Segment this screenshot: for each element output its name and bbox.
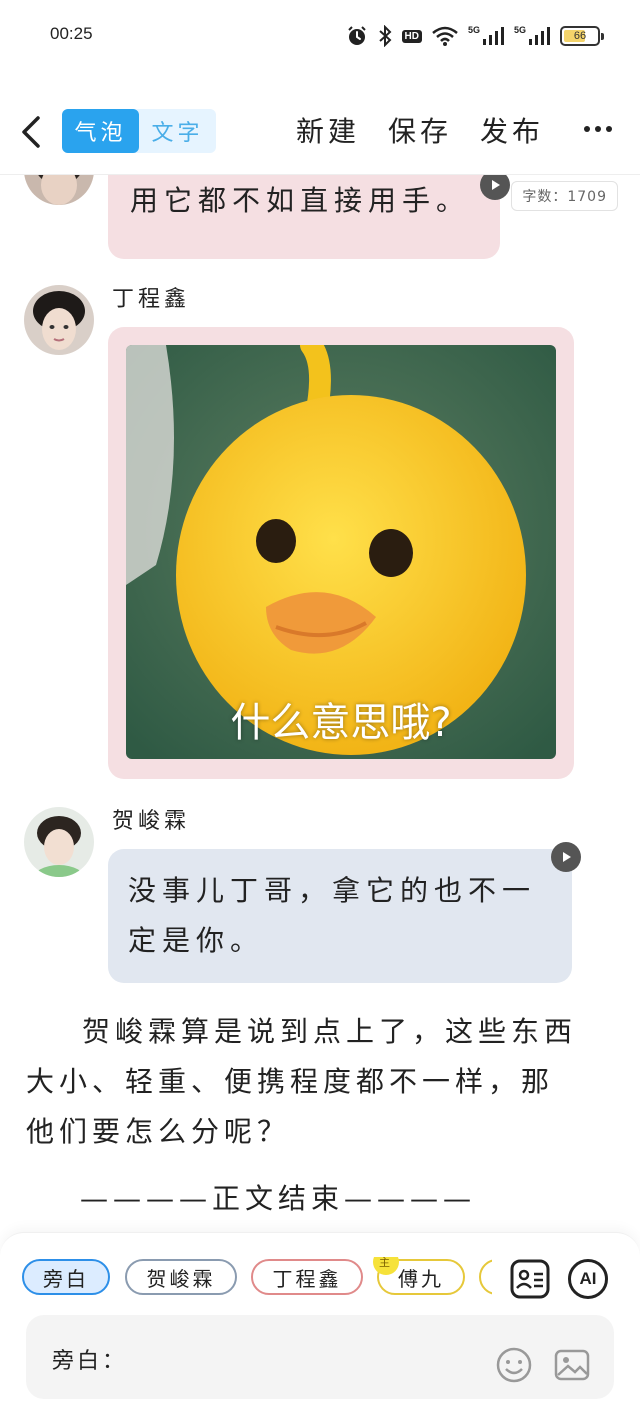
status-bar: 00:25 HD 5G 5G 66 xyxy=(0,0,640,72)
network-label-1: 5G xyxy=(467,25,480,35)
voice-play-icon[interactable] xyxy=(480,175,510,200)
role-chip-partial[interactable] xyxy=(479,1259,492,1295)
mode-toggle: 气泡 文字 xyxy=(62,109,216,153)
word-count-badge: 字数：1709 xyxy=(511,181,618,211)
role-chip-narrator[interactable]: 旁白 xyxy=(22,1259,110,1295)
save-button[interactable]: 保存 xyxy=(388,110,452,150)
battery-level: 66 xyxy=(573,30,587,42)
narration-paragraph[interactable]: 贺峻霖算是说到点上了，这些东西大小、轻重、便携程度都不一样，那他们要怎么分呢？ xyxy=(26,1007,586,1157)
composer-panel: 旁白 贺峻霖 丁程鑫 主 傅九 AI 旁白： xyxy=(0,1232,640,1426)
avatar[interactable] xyxy=(24,175,94,205)
mode-option-bubble[interactable]: 气泡 xyxy=(62,109,139,153)
message-text-line: 定是你。 xyxy=(128,924,265,957)
toolbar-actions: 新建 保存 发布 xyxy=(296,110,544,150)
image-icon[interactable] xyxy=(554,1347,590,1383)
message-text: 用它都不如直接用手。 xyxy=(130,184,471,217)
role-chip-dingchengxin[interactable]: 丁程鑫 xyxy=(251,1259,363,1295)
alarm-icon xyxy=(347,26,366,45)
publish-button[interactable]: 发布 xyxy=(480,110,544,150)
speaker-name: 丁程鑫 xyxy=(112,287,191,312)
wifi-icon xyxy=(432,26,458,46)
sticker-caption: 什么意思哦? xyxy=(230,700,452,746)
avatar[interactable] xyxy=(24,807,94,877)
message-text-line: 没事儿丁哥，拿它的也不一 xyxy=(128,874,537,907)
signal-icon xyxy=(482,27,504,45)
sticker-image[interactable]: 什么意思哦? xyxy=(126,345,556,759)
ai-button[interactable]: AI xyxy=(568,1259,608,1299)
status-icons: HD 5G 5G 66 xyxy=(346,22,604,50)
input-role-label: 旁白： xyxy=(52,1349,128,1374)
battery-icon: 66 xyxy=(560,26,604,46)
message-input[interactable] xyxy=(136,1335,486,1379)
composer-input-box[interactable]: 旁白： xyxy=(26,1315,614,1399)
avatar[interactable] xyxy=(24,285,94,355)
speaker-name: 贺峻霖 xyxy=(112,809,191,834)
more-options-icon[interactable] xyxy=(584,126,612,134)
mode-option-text[interactable]: 文字 xyxy=(139,109,216,153)
story-content[interactable]: 用它都不如直接用手。 字数：1709 丁程鑫 什么意思哦? 贺峻霖 没事儿丁哥，… xyxy=(0,175,640,1230)
role-chip-hejunlin[interactable]: 贺峻霖 xyxy=(125,1259,237,1295)
signal-icon xyxy=(529,27,550,45)
bluetooth-icon xyxy=(378,25,391,47)
image-message-bubble[interactable]: 什么意思哦? xyxy=(108,327,574,779)
emoji-icon[interactable] xyxy=(496,1347,532,1383)
role-chip-bar: 旁白 贺峻霖 丁程鑫 主 傅九 xyxy=(20,1257,492,1299)
network-label-2: 5G xyxy=(513,25,526,35)
back-arrow-icon[interactable] xyxy=(18,114,48,150)
message-bubble[interactable]: 没事儿丁哥，拿它的也不一 定是你。 xyxy=(108,849,572,983)
new-button[interactable]: 新建 xyxy=(296,110,360,150)
role-chip-fujiu[interactable]: 主 傅九 xyxy=(373,1257,465,1295)
status-time: 00:25 xyxy=(50,24,93,43)
message-bubble[interactable]: 用它都不如直接用手。 xyxy=(108,175,500,259)
hd-badge: HD xyxy=(401,29,422,43)
main-role-badge: 主 xyxy=(373,1257,399,1275)
ending-marker: ————正文结束———— xyxy=(80,1182,477,1215)
editor-toolbar: 气泡 文字 新建 保存 发布 xyxy=(0,100,640,164)
role-card-icon[interactable] xyxy=(510,1259,550,1299)
voice-play-icon[interactable] xyxy=(551,842,581,872)
